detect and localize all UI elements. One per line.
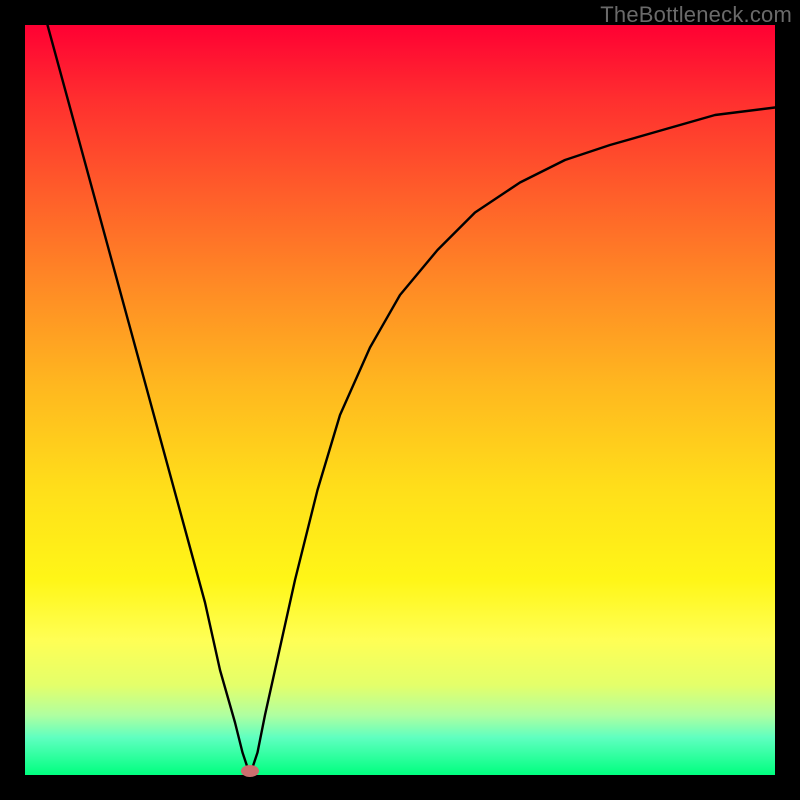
curve-svg [25, 25, 775, 775]
bottleneck-curve [48, 25, 776, 775]
watermark-text: TheBottleneck.com [600, 2, 792, 28]
plot-area [25, 25, 775, 775]
chart-frame: TheBottleneck.com [0, 0, 800, 800]
optimal-point-marker [241, 765, 259, 777]
